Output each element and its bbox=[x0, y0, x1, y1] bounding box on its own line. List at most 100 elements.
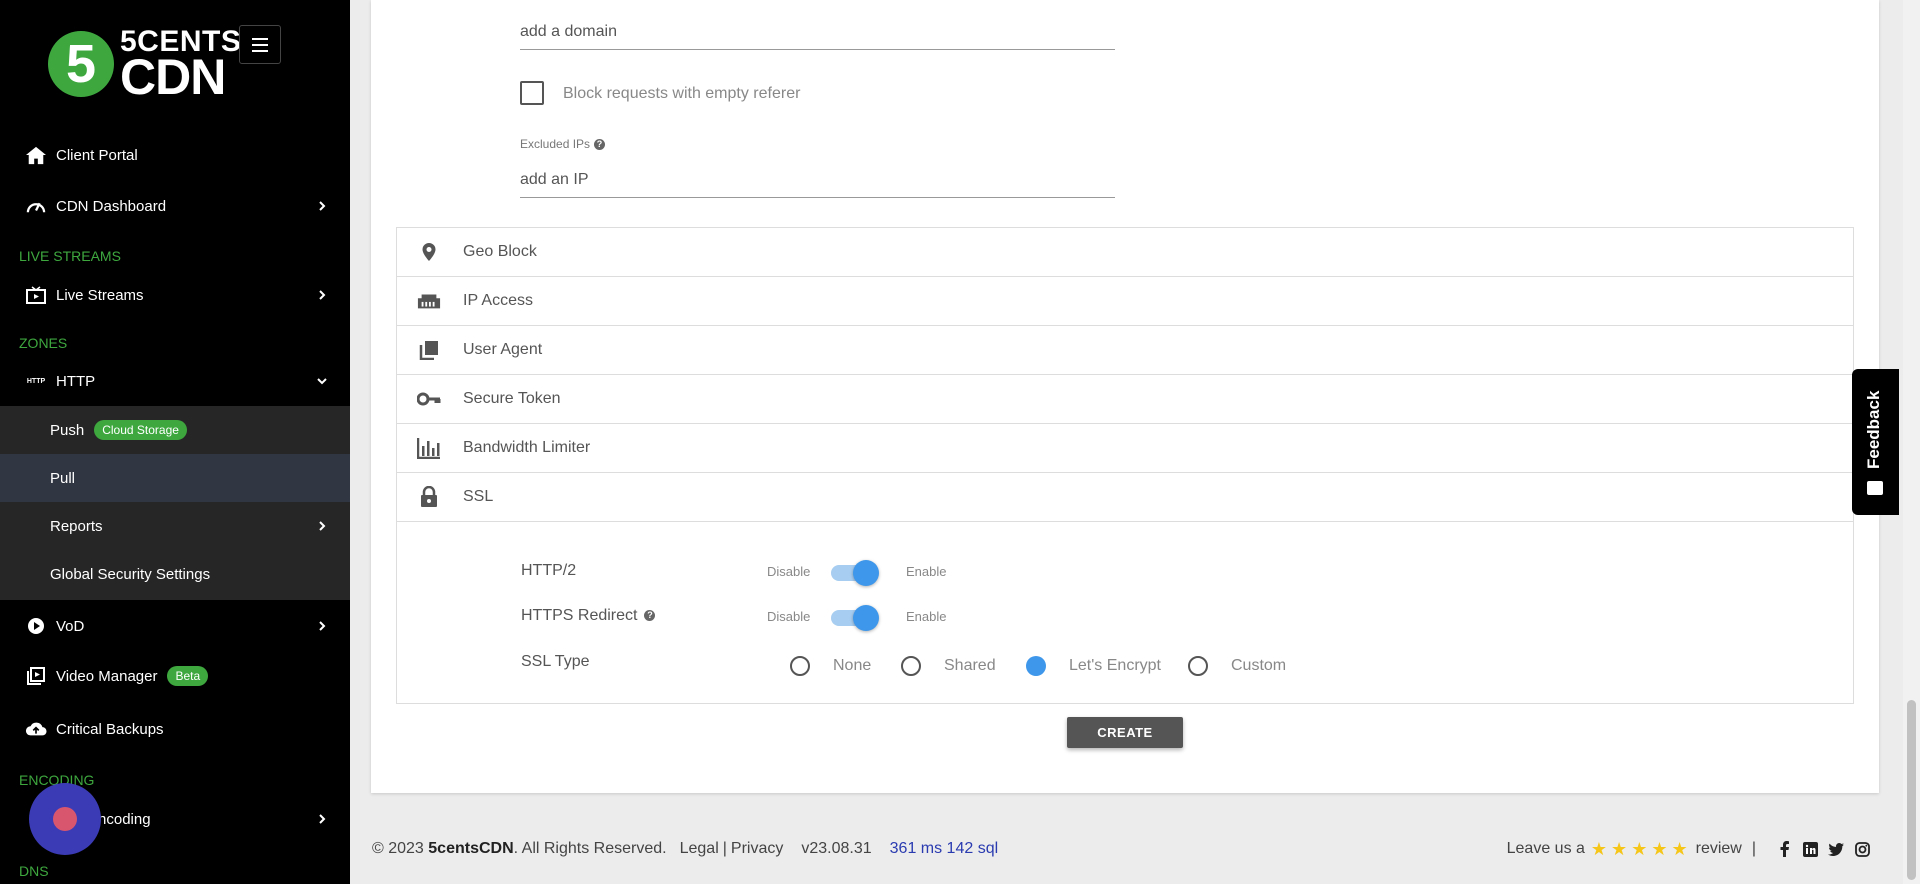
ethernet-icon bbox=[417, 289, 441, 313]
https-redirect-toggle[interactable] bbox=[829, 605, 879, 631]
accordion-label: Geo Block bbox=[463, 243, 537, 260]
privacy-link[interactable]: Privacy bbox=[731, 840, 783, 858]
hamburger-menu-icon[interactable] bbox=[239, 25, 281, 64]
scrollbar-thumb[interactable] bbox=[1907, 700, 1916, 880]
http-submenu: Push Cloud Storage Pull Reports Global S… bbox=[0, 406, 350, 600]
home-icon bbox=[24, 143, 48, 167]
http2-toggle[interactable] bbox=[829, 560, 879, 586]
https-redirect-disable-label: Disable bbox=[767, 609, 811, 624]
excluded-ip-input[interactable]: add an IP bbox=[520, 162, 1115, 198]
sidebar-item-video-manager[interactable]: Video Manager Beta bbox=[0, 653, 350, 699]
sidebar-item-global-security[interactable]: Global Security Settings bbox=[0, 550, 350, 598]
sidebar-item-label: Global Security Settings bbox=[50, 565, 211, 583]
play-circle-icon bbox=[24, 614, 48, 638]
video-library-icon bbox=[24, 664, 48, 688]
security-accordion: Geo Block IP Access User Agent Secure To… bbox=[396, 227, 1854, 704]
create-button[interactable]: CREATE bbox=[1067, 717, 1183, 748]
logo-line-2: CDN bbox=[120, 49, 226, 105]
linkedin-icon[interactable] bbox=[1802, 841, 1818, 857]
https-redirect-label: HTTPS Redirect? bbox=[521, 607, 656, 625]
domain-input[interactable]: add a domain bbox=[520, 14, 1115, 50]
chevron-right-icon bbox=[319, 814, 326, 824]
sidebar-item-client-portal[interactable]: Client Portal bbox=[0, 132, 350, 178]
accordion-secure-token[interactable]: Secure Token bbox=[397, 374, 1853, 423]
footer-separator: | bbox=[1751, 840, 1756, 857]
copy-icon bbox=[417, 338, 441, 362]
feedback-label: Feedback bbox=[1864, 390, 1883, 469]
ssl-type-custom-radio[interactable] bbox=[1188, 656, 1208, 676]
accordion-ip-access[interactable]: IP Access bbox=[397, 276, 1853, 325]
block-empty-referer-checkbox[interactable] bbox=[520, 81, 544, 105]
sidebar-item-label: Live Streams bbox=[56, 286, 144, 304]
block-empty-referer-label: Block requests with empty referer bbox=[563, 85, 801, 102]
star-icon[interactable]: ★ bbox=[1651, 839, 1667, 860]
accordion-label: Bandwidth Limiter bbox=[463, 439, 591, 456]
sidebar-item-label: HTTP bbox=[56, 372, 96, 390]
star-icon[interactable]: ★ bbox=[1611, 839, 1627, 860]
instagram-icon[interactable] bbox=[1854, 841, 1870, 857]
chevron-right-icon bbox=[319, 521, 326, 531]
ssl-type-letsencrypt-radio[interactable] bbox=[1026, 656, 1046, 676]
live-tv-icon bbox=[24, 283, 48, 307]
sidebar-item-push[interactable]: Push Cloud Storage bbox=[0, 406, 350, 454]
zone-form-card: add a domain Block requests with empty r… bbox=[371, 0, 1879, 793]
cloud-storage-badge: Cloud Storage bbox=[94, 420, 187, 440]
leave-review-text: Leave us a bbox=[1506, 840, 1585, 857]
feedback-tab[interactable]: Feedback bbox=[1852, 369, 1899, 515]
ssl-type-shared-radio[interactable] bbox=[901, 656, 921, 676]
accordion-user-agent[interactable]: User Agent bbox=[397, 325, 1853, 374]
sidebar-item-live-streams[interactable]: Live Streams bbox=[0, 272, 350, 318]
section-label-live-streams: LIVE STREAMS bbox=[19, 248, 121, 264]
logo-mark: 5 bbox=[48, 31, 114, 97]
sidebar-item-cdn-dashboard[interactable]: CDN Dashboard bbox=[0, 183, 350, 229]
chevron-right-icon bbox=[319, 201, 326, 211]
http-icon: HTTP bbox=[26, 377, 46, 385]
chat-icon bbox=[53, 807, 77, 831]
sidebar-item-label: VoD bbox=[56, 617, 85, 635]
accordion-geo-block[interactable]: Geo Block bbox=[397, 227, 1853, 276]
sidebar-item-label: CDN Dashboard bbox=[56, 197, 167, 215]
sidebar-item-label: Push bbox=[50, 421, 85, 439]
ssl-type-option-label: None bbox=[833, 657, 872, 674]
performance-stats: 361 ms 142 sql bbox=[889, 840, 999, 857]
sidebar-item-label: Video Manager bbox=[56, 667, 158, 685]
brand-logo[interactable]: 5 5CENTS CDN bbox=[48, 27, 241, 105]
accordion-bandwidth-limiter[interactable]: Bandwidth Limiter bbox=[397, 423, 1853, 472]
ssl-type-none-radio[interactable] bbox=[790, 656, 810, 676]
chevron-right-icon bbox=[319, 290, 326, 300]
star-icon[interactable]: ★ bbox=[1671, 839, 1687, 860]
http2-disable-label: Disable bbox=[767, 564, 811, 579]
chevron-down-icon bbox=[317, 378, 327, 385]
facebook-icon[interactable] bbox=[1776, 841, 1792, 857]
rights: . All Rights Reserved. bbox=[513, 840, 667, 857]
star-icon[interactable]: ★ bbox=[1631, 839, 1647, 860]
help-icon[interactable]: ? bbox=[644, 610, 656, 622]
ssl-type-option-label: Shared bbox=[944, 657, 996, 674]
accordion-ssl[interactable]: SSL bbox=[397, 472, 1853, 521]
ssl-panel: HTTP/2 Disable Enable HTTPS Redirect? Di… bbox=[397, 521, 1853, 703]
chevron-right-icon bbox=[319, 621, 326, 631]
speedometer-icon bbox=[24, 194, 48, 218]
sidebar-item-http[interactable]: HTTP HTTP bbox=[0, 358, 350, 404]
sidebar-item-pull[interactable]: Pull bbox=[0, 454, 350, 502]
ssl-type-option-label: Let's Encrypt bbox=[1069, 657, 1161, 674]
page-scrollbar[interactable] bbox=[1903, 0, 1920, 884]
review-link[interactable]: review bbox=[1696, 840, 1742, 858]
sidebar-item-vod[interactable]: VoD bbox=[0, 603, 350, 649]
star-icon[interactable]: ★ bbox=[1591, 839, 1607, 860]
chat-launcher-button[interactable] bbox=[29, 783, 101, 855]
bar-chart-icon bbox=[417, 436, 441, 460]
legal-link[interactable]: Legal bbox=[680, 840, 719, 858]
accordion-label: SSL bbox=[463, 488, 494, 505]
key-icon bbox=[417, 387, 441, 411]
twitter-icon[interactable] bbox=[1828, 841, 1844, 857]
sidebar: 5 5CENTS CDN Client Portal CDN Dashboard… bbox=[0, 0, 350, 884]
help-icon[interactable]: ? bbox=[594, 139, 606, 151]
section-label-zones: ZONES bbox=[19, 335, 68, 351]
sidebar-item-critical-backups[interactable]: Critical Backups bbox=[0, 706, 350, 752]
sidebar-item-reports[interactable]: Reports bbox=[0, 502, 350, 550]
footer-separator: | bbox=[722, 840, 727, 857]
sidebar-item-label: Reports bbox=[50, 517, 103, 535]
accordion-label: IP Access bbox=[463, 292, 533, 309]
https-redirect-enable-label: Enable bbox=[906, 609, 947, 624]
